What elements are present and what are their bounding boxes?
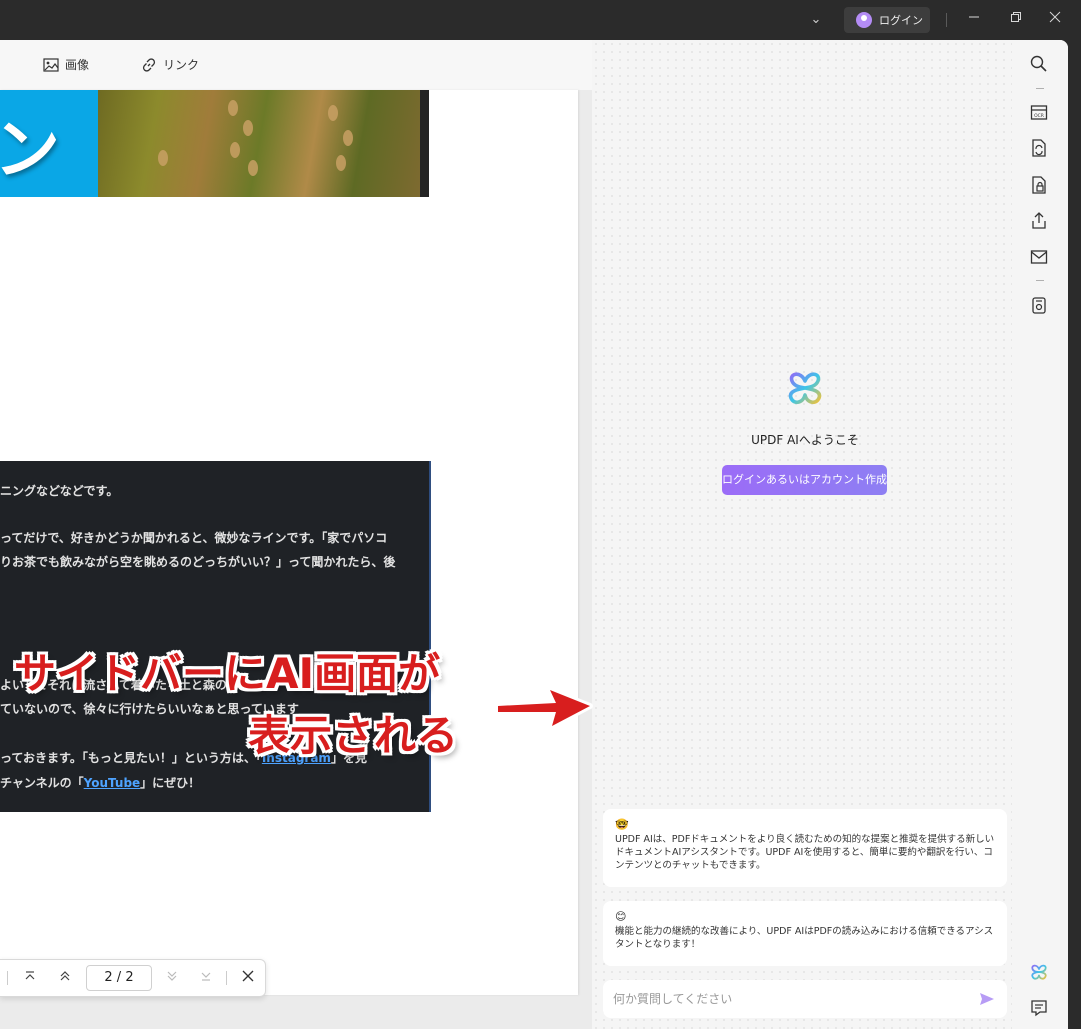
page-find-bar: 2 / 2 [0, 959, 266, 997]
minimize-icon [969, 16, 979, 18]
title-bar: ⌄ ログイン [0, 0, 1081, 40]
restore-icon [1011, 12, 1021, 22]
comment-icon[interactable] [1029, 998, 1049, 1018]
first-page-button[interactable] [20, 968, 40, 988]
user-avatar-icon [856, 12, 872, 28]
photo-edge [420, 90, 429, 197]
rice-grain [343, 130, 353, 146]
restore-button[interactable] [1003, 8, 1029, 32]
rail-divider [1036, 280, 1044, 281]
banner-image: ン [0, 90, 98, 197]
text-segment: 」にぜひ！ [140, 776, 201, 790]
close-findbar-button[interactable] [238, 968, 258, 988]
rice-grain [158, 150, 168, 166]
double-chevron-down-icon [167, 971, 177, 981]
pdf-page: ン ニングなどなどです。 ってだけで、好きかどうか聞かれると、微妙なラインです。… [0, 90, 578, 995]
ai-login-create-account-button[interactable]: ログインあるいはアカウント作成 [722, 465, 887, 495]
ai-question-input[interactable]: 何か質問してください [603, 980, 1007, 1018]
ai-intro-message: 🤓 UPDF AIは、PDFドキュメントをより良く読むための知的な提案と推奨を提… [603, 809, 1007, 887]
ocr-icon[interactable]: OCR [1029, 102, 1049, 122]
text-segment: チャンネルの「 [0, 776, 84, 790]
rice-grain [328, 105, 338, 121]
text-line: りお茶でも飲みながら空を眺めるのどっちがいい？」って聞かれたら、後 [0, 555, 396, 569]
rice-grain [243, 120, 253, 136]
convert-pdf-icon[interactable] [1029, 138, 1049, 158]
minimize-button[interactable] [961, 8, 987, 32]
nerd-face-icon: 🤓 [615, 818, 629, 831]
ai-intro-message: 😊 機能と能力の継続的な改善により、UPDF AIはPDFの読み込みにおける信頼… [603, 901, 1007, 966]
document-area: 画像 リンク ン ニングなどなどです。 ってだけで、好きかどうか聞かれると、微妙… [0, 40, 592, 1029]
rice-grain [336, 155, 346, 171]
search-icon[interactable] [1029, 54, 1049, 74]
ai-sidebar-panel: UPDF AIへようこそ ログインあるいはアカウント作成 🤓 UPDF AIは、… [592, 40, 1012, 1029]
insert-image-tool[interactable]: 画像 [43, 56, 89, 73]
rail-divider [1036, 88, 1044, 89]
last-page-icon [201, 972, 211, 981]
text-line: ってだけで、好きかどうか聞かれると、微妙なラインです。「家でパソコ [0, 531, 388, 545]
findbar-divider [226, 971, 227, 985]
smiling-face-icon: 😊 [615, 910, 627, 923]
rice-grain [248, 160, 258, 176]
first-page-icon [25, 971, 35, 980]
email-icon[interactable] [1029, 247, 1049, 267]
document-toolbar: 画像 リンク [0, 40, 592, 90]
ai-message-text: UPDF AIは、PDFドキュメントをより良く読むための知的な提案と推奨を提供す… [615, 834, 995, 871]
send-icon[interactable] [979, 992, 995, 1006]
image-icon [43, 57, 59, 72]
text-line: ニングなどなどです。 [0, 484, 119, 498]
login-label: ログイン [879, 14, 923, 27]
titlebar-divider [946, 13, 947, 27]
save-icon[interactable] [1029, 295, 1049, 315]
rice-grain [230, 142, 240, 158]
chevron-down-icon[interactable]: ⌄ [806, 10, 826, 30]
next-page-button[interactable] [162, 968, 182, 988]
updf-ai-logo-icon [788, 372, 822, 405]
share-icon[interactable] [1029, 211, 1049, 231]
text-line-youtube: チャンネルの「YouTube」にぜひ！ [0, 774, 200, 791]
ai-input-placeholder: 何か質問してください [613, 992, 733, 1006]
double-chevron-up-icon [60, 971, 70, 981]
close-icon [242, 970, 254, 982]
protect-pdf-icon[interactable] [1029, 175, 1049, 195]
findbar-divider [7, 971, 8, 985]
annotation-line-2: 表示される [248, 711, 459, 760]
login-button[interactable]: ログイン [844, 7, 930, 33]
ai-message-text: 機能と能力の継続的な改善により、UPDF AIはPDFの読み込みにおける信頼でき… [615, 926, 994, 950]
link-tool-label: リンク [163, 58, 200, 72]
banner-character: ン [0, 111, 60, 188]
svg-text:OCR: OCR [1034, 113, 1044, 119]
insert-link-tool[interactable]: リンク [141, 56, 199, 73]
last-page-button[interactable] [196, 968, 216, 988]
app-frame: 画像 リンク ン ニングなどなどです。 ってだけで、好きかどうか聞かれると、微妙… [0, 40, 1068, 1029]
annotation-line-1: サイドバーにAI画面が [14, 649, 441, 698]
right-tool-rail: OCR [1012, 40, 1068, 1029]
image-tool-label: 画像 [65, 58, 90, 72]
ai-welcome-text: UPDF AIへようこそ [751, 433, 859, 447]
close-window-button[interactable] [1042, 8, 1068, 32]
text-segment: っておきます。「もっと見たい！」という方は、「 [0, 751, 262, 765]
previous-page-button[interactable] [55, 968, 75, 988]
close-icon [1049, 11, 1061, 23]
youtube-link[interactable]: YouTube [84, 776, 141, 790]
annotation-arrow-icon [495, 687, 593, 729]
rice-grain [228, 100, 238, 116]
updf-ai-toggle-icon[interactable] [1029, 962, 1049, 982]
page-number-input[interactable]: 2 / 2 [86, 965, 152, 991]
link-icon [142, 57, 156, 72]
rice-photo [98, 90, 420, 197]
